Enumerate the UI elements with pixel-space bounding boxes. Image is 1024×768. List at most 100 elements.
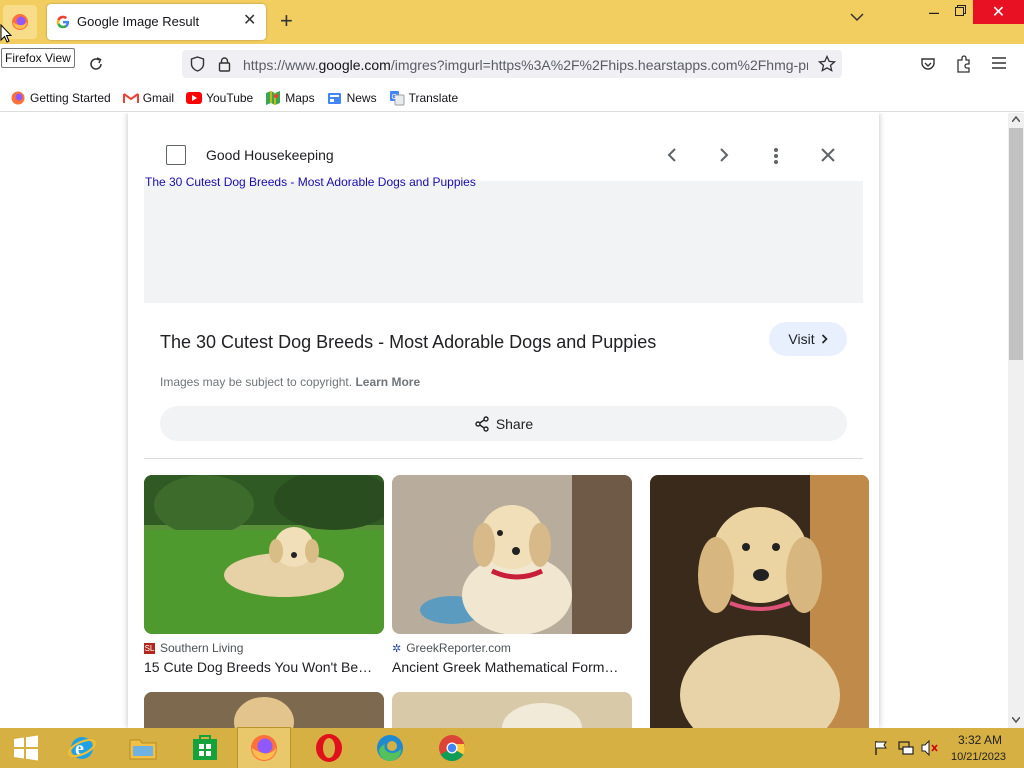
start-button[interactable] (0, 728, 52, 768)
volume-muted-icon[interactable] (921, 740, 939, 756)
close-icon[interactable] (820, 147, 836, 163)
youtube-icon (186, 90, 203, 106)
visit-label: Visit (788, 331, 815, 347)
related-card[interactable]: ✲ GreekReporter.com Ancient Greek Mathem… (392, 475, 632, 675)
firefox-icon (10, 90, 26, 106)
taskbar-file-explorer[interactable] (117, 728, 169, 768)
preview-caption-link[interactable]: The 30 Cutest Dog Breeds - Most Adorable… (145, 175, 476, 189)
tooltip: Firefox View (1, 48, 75, 68)
bookmark-label: Maps (285, 90, 315, 105)
taskbar-edge[interactable] (364, 728, 416, 768)
card-title[interactable]: 15 Cute Dog Breeds You Won't Be… (144, 659, 384, 675)
network-icon[interactable] (898, 740, 914, 756)
firefox-icon (12, 14, 28, 30)
taskbar-chrome[interactable] (426, 728, 478, 768)
bookmark-maps[interactable]: Maps (265, 90, 315, 106)
scroll-down-icon[interactable] (1012, 717, 1020, 723)
google-icon (56, 15, 70, 29)
image-result-panel: Good Housekeeping The 30 Cutest Dog Bree… (128, 113, 879, 728)
shield-icon[interactable] (190, 56, 205, 72)
bookmark-label: Gmail (142, 90, 175, 105)
card-source: SL Southern Living (144, 641, 384, 655)
southern-living-icon: SL (144, 642, 155, 654)
share-label: Share (495, 415, 534, 432)
bookmark-youtube[interactable]: YouTube (186, 90, 253, 106)
more-options-icon[interactable] (773, 147, 779, 165)
bookmark-label: YouTube (206, 90, 254, 105)
firefox-icon (251, 735, 277, 761)
related-image[interactable] (144, 475, 384, 634)
copyright-text: Images may be subject to copyright. (160, 375, 353, 389)
select-checkbox[interactable] (166, 145, 186, 165)
chevron-left-icon[interactable] (666, 147, 678, 163)
taskbar-firefox[interactable] (237, 727, 291, 768)
scroll-up-icon[interactable] (1012, 116, 1020, 122)
minimize-icon[interactable]: – (929, 2, 939, 23)
new-tab-icon[interactable]: + (280, 10, 293, 32)
chevron-right-icon[interactable] (718, 147, 730, 163)
gmail-icon (122, 90, 139, 106)
visit-button[interactable]: Visit (769, 322, 847, 356)
taskbar-internet-explorer[interactable]: e (56, 728, 108, 768)
internet-explorer-icon: e (68, 737, 96, 760)
bookmark-getting-started[interactable]: Getting Started (10, 90, 111, 106)
reload-icon[interactable] (88, 56, 104, 72)
bookmark-news[interactable]: News (327, 90, 377, 106)
learn-more-link[interactable]: Learn More (355, 375, 420, 389)
address-bar[interactable]: https://www.google.com/imgres?imgurl=htt… (182, 50, 842, 78)
close-icon: ✕ (991, 4, 1006, 21)
tab-google-image-result[interactable]: Google Image Result ✕ (47, 4, 266, 40)
extensions-icon[interactable] (956, 55, 972, 73)
page-content: Good Housekeeping The 30 Cutest Dog Bree… (0, 113, 1008, 728)
clock-time[interactable]: 3:32 AM (958, 733, 1002, 747)
bookmark-gmail[interactable]: Gmail (122, 90, 175, 106)
source-name: Good Housekeeping (206, 147, 334, 163)
related-image[interactable] (392, 475, 632, 634)
taskbar-store[interactable] (179, 728, 231, 768)
card-title[interactable]: Ancient Greek Mathematical Form… (392, 659, 632, 675)
tab-close-icon[interactable]: ✕ (243, 13, 256, 29)
related-image[interactable] (144, 692, 384, 728)
related-card[interactable]: SL Southern Living 15 Cute Dog Breeds Yo… (144, 475, 384, 675)
chevron-down-icon[interactable] (850, 12, 864, 22)
related-image[interactable] (650, 475, 869, 728)
edge-icon (377, 735, 403, 762)
maps-icon (265, 90, 281, 106)
divider (144, 458, 863, 459)
related-image[interactable] (392, 692, 632, 728)
svg-text:G: G (391, 94, 396, 101)
card-source-label: GreekReporter.com (406, 641, 511, 655)
bookmark-star-icon[interactable] (818, 55, 836, 73)
opera-icon (316, 734, 342, 762)
windows-icon (14, 735, 38, 761)
greekreporter-icon: ✲ (392, 642, 402, 655)
folder-icon (129, 739, 157, 760)
window-close-button[interactable]: ✕ (973, 0, 1024, 24)
bookmark-translate[interactable]: G Translate (389, 90, 459, 106)
taskbar-opera[interactable] (303, 728, 355, 768)
menu-icon[interactable] (992, 57, 1006, 69)
share-icon (475, 415, 489, 432)
tab-title: Google Image Result (77, 14, 200, 29)
chevron-right-icon (821, 334, 828, 344)
restore-icon[interactable] (955, 5, 966, 16)
share-button[interactable]: Share (160, 406, 847, 441)
flag-icon[interactable] (874, 740, 888, 756)
card-source-label: Southern Living (160, 641, 244, 655)
clock-date[interactable]: 10/21/2023 (951, 751, 1006, 763)
translate-icon: G (389, 90, 405, 106)
url-host: google.com (318, 57, 391, 73)
scrollbar-thumb[interactable] (1009, 128, 1023, 360)
bookmark-label: News (346, 90, 377, 105)
image-preview[interactable]: The 30 Cutest Dog Breeds - Most Adorable… (144, 175, 863, 303)
url-text[interactable]: https://www.google.com/imgres?imgurl=htt… (243, 57, 808, 73)
bookmark-label: Translate (408, 90, 459, 105)
pocket-icon[interactable] (920, 56, 936, 72)
result-title[interactable]: The 30 Cutest Dog Breeds - Most Adorable… (160, 332, 656, 353)
store-icon (193, 735, 217, 760)
bookmark-label: Getting Started (30, 90, 111, 105)
bookmarks-toolbar: Getting Started Gmail YouTube Maps News … (0, 84, 1024, 112)
lock-icon[interactable] (218, 56, 231, 72)
title-bar: Google Image Result ✕ + – ✕ (0, 0, 1024, 44)
copyright-notice: Images may be subject to copyright. Lear… (160, 375, 420, 389)
